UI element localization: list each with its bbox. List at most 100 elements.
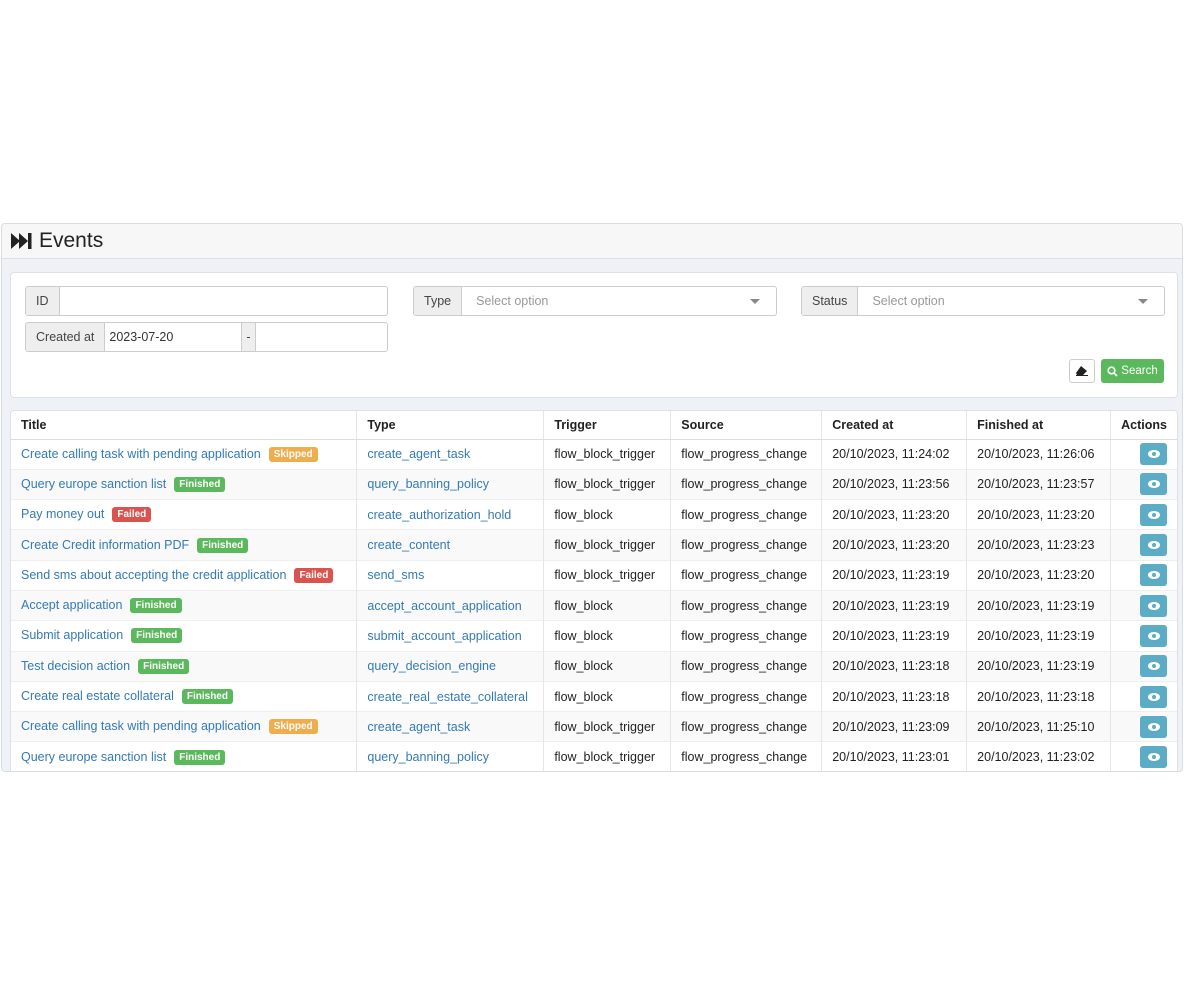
source-cell: flow_progress_change [670, 559, 823, 591]
finished-at-cell: 20/10/2023, 11:23:23 [966, 529, 1112, 561]
trigger-cell: flow_block [543, 499, 672, 530]
event-type-link[interactable]: query_decision_engine [367, 659, 496, 673]
event-type-link[interactable]: query_banning_policy [367, 477, 489, 491]
status-filter: Status Select option [801, 286, 1165, 316]
type-cell: create_agent_task [356, 711, 545, 742]
chevron-down-icon [1138, 298, 1148, 304]
clear-filters-button[interactable] [1069, 359, 1095, 383]
trigger-cell: flow_block [543, 680, 672, 712]
eye-icon [1147, 480, 1160, 489]
event-title-link[interactable]: Create calling task with pending applica… [21, 719, 261, 733]
type-filter: Type Select option [413, 286, 777, 316]
created-at-cell: 20/10/2023, 11:23:01 [821, 741, 968, 771]
event-type-link[interactable]: submit_account_application [367, 629, 521, 643]
table-row: Create Credit information PDF Finished cr… [11, 529, 1177, 561]
eye-icon [1147, 692, 1160, 701]
event-title-link[interactable]: Accept application [21, 598, 122, 612]
view-button[interactable] [1140, 503, 1167, 526]
event-title-link[interactable]: Query europe sanction list [21, 750, 166, 764]
eraser-icon [1076, 366, 1088, 376]
trigger-cell: flow_block [543, 650, 672, 682]
status-badge: Finished [138, 658, 190, 674]
event-title-link[interactable]: Create calling task with pending applica… [21, 447, 261, 461]
title-cell: Accept application Finished [11, 589, 358, 621]
eye-icon [1147, 601, 1160, 610]
event-type-link[interactable]: create_real_estate_collateral [367, 690, 528, 704]
source-cell: flow_progress_change [670, 650, 823, 682]
actions-cell [1110, 620, 1177, 652]
event-title-link[interactable]: Query europe sanction list [21, 477, 166, 491]
finished-at-cell: 20/10/2023, 11:23:20 [966, 499, 1112, 530]
event-title-link[interactable]: Create real estate collateral [21, 689, 174, 703]
event-title-link[interactable]: Pay money out [21, 507, 104, 521]
type-cell: query_banning_policy [356, 468, 545, 500]
event-title-link[interactable]: Test decision action [21, 659, 130, 673]
type-cell: accept_account_application [356, 589, 545, 621]
table-row: Submit application Finished submit_accoun… [11, 620, 1177, 652]
event-title-link[interactable]: Send sms about accepting the credit appl… [21, 568, 286, 582]
created-at-cell: 20/10/2023, 11:23:19 [821, 559, 968, 591]
actions-cell [1110, 741, 1177, 771]
created-at-cell: 20/10/2023, 11:23:18 [821, 650, 968, 682]
created-to-input[interactable] [256, 323, 387, 351]
view-button[interactable] [1140, 534, 1167, 557]
created-at-cell: 20/10/2023, 11:23:19 [821, 589, 968, 621]
trigger-cell: flow_block_trigger [543, 529, 672, 561]
eye-icon [1147, 450, 1160, 459]
view-button[interactable] [1140, 655, 1167, 678]
event-title-link[interactable]: Submit application [21, 628, 123, 642]
created-at-cell: 20/10/2023, 11:23:09 [821, 711, 968, 742]
column-header: Trigger [543, 411, 672, 440]
chevron-down-icon [750, 298, 760, 304]
eye-icon [1147, 510, 1160, 519]
view-button[interactable] [1140, 715, 1167, 738]
event-type-link[interactable]: send_sms [367, 568, 424, 582]
view-button[interactable] [1140, 624, 1167, 647]
filter-form: ID Type Select option Status Select opti… [10, 272, 1178, 398]
events-table-container: Title Type Trigger Source Created at Finished… [10, 410, 1178, 771]
finished-at-cell: 20/10/2023, 11:23:02 [966, 741, 1112, 771]
column-header: Source [670, 411, 823, 440]
actions-cell [1110, 680, 1177, 712]
title-cell: Create real estate collateral Finished [11, 680, 358, 712]
search-icon [1107, 365, 1118, 377]
created-at-cell: 20/10/2023, 11:23:20 [821, 529, 968, 561]
type-cell: create_authorization_hold [356, 499, 545, 530]
view-button[interactable] [1140, 746, 1167, 769]
view-button[interactable] [1140, 564, 1167, 587]
id-input[interactable] [60, 287, 388, 315]
event-type-link[interactable]: create_authorization_hold [367, 508, 511, 522]
type-select[interactable]: Select option [462, 287, 776, 315]
created-from-input[interactable]: 2023-07-20 [105, 323, 241, 351]
view-button[interactable] [1140, 594, 1167, 617]
search-button[interactable]: Search [1101, 359, 1164, 383]
event-type-link[interactable]: create_agent_task [367, 720, 470, 734]
event-type-link[interactable]: create_content [367, 538, 450, 552]
status-badge: Skipped [268, 719, 318, 735]
type-cell: submit_account_application [356, 620, 545, 652]
table-row: Query europe sanction list Finished query… [11, 468, 1177, 500]
id-label: ID [26, 287, 60, 315]
actions-cell [1110, 529, 1177, 561]
event-type-link[interactable]: query_banning_policy [367, 750, 489, 764]
event-title-link[interactable]: Create Credit information PDF [21, 538, 189, 552]
status-placeholder: Select option [872, 294, 945, 308]
column-header: Actions [1110, 411, 1177, 440]
created-at-cell: 20/10/2023, 11:23:18 [821, 680, 968, 712]
status-badge: Finished [131, 628, 183, 644]
event-type-link[interactable]: create_agent_task [367, 447, 470, 461]
finished-at-cell: 20/10/2023, 11:23:18 [966, 680, 1112, 712]
events-table: Title Type Trigger Source Created at Finished… [11, 411, 1177, 771]
fast-forward-icon [11, 233, 32, 249]
status-badge: Failed [112, 507, 152, 523]
view-button[interactable] [1140, 685, 1167, 708]
actions-cell [1110, 499, 1177, 530]
title-cell: Create Credit information PDF Finished [11, 529, 358, 561]
trigger-cell: flow_block [543, 620, 672, 652]
actions-cell [1110, 711, 1177, 742]
view-button[interactable] [1140, 473, 1167, 496]
event-type-link[interactable]: accept_account_application [367, 599, 521, 613]
view-button[interactable] [1140, 443, 1167, 466]
status-select[interactable]: Select option [858, 287, 1164, 315]
status-badge: Failed [294, 567, 334, 583]
